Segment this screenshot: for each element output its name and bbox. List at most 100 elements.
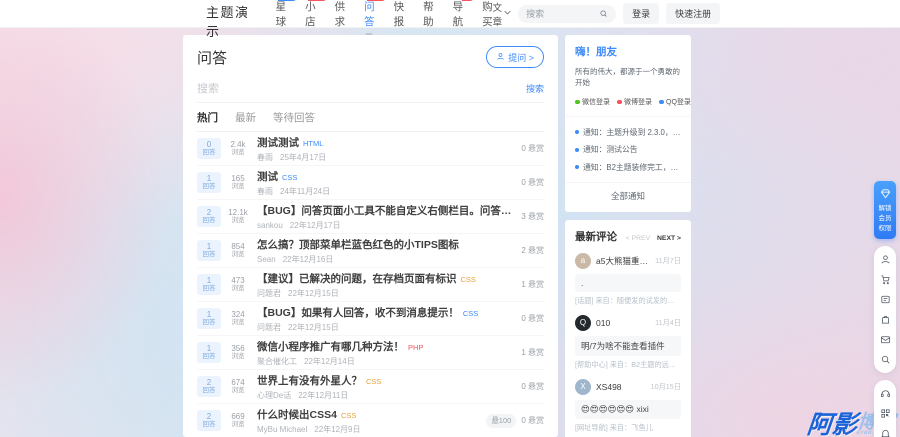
social-login-1[interactable]: 微信登录 bbox=[575, 97, 610, 107]
all-notices-button[interactable]: 全部通知 bbox=[565, 182, 691, 203]
question-row[interactable]: 1回答356浏览微信小程序推广有哪几种方法！PHP聚合催化工22年12月14日1… bbox=[197, 336, 544, 370]
question-meta: 春雨24年11月24日 bbox=[257, 186, 515, 197]
question-title-text: 世界上有没有外星人？ bbox=[257, 375, 362, 387]
bell-icon[interactable] bbox=[880, 428, 891, 437]
question-title: 【BUG】如果有人回答，收不到消息提示！CSS bbox=[257, 305, 515, 320]
nav-item-2[interactable]: 小店拼团 bbox=[305, 0, 316, 29]
message-icon[interactable] bbox=[880, 334, 891, 345]
nav-menu: 星球交流 小店拼团 供求 问答最新 快报帮助 导航新 购买 bbox=[276, 0, 493, 29]
question-row[interactable]: 1回答473浏览【建议】已解决的问题，在存档页面有标识CSS问题君22年12月1… bbox=[197, 268, 544, 302]
question-author[interactable]: 问题君 bbox=[257, 289, 281, 298]
qa-search-input[interactable] bbox=[197, 83, 526, 95]
question-author[interactable]: 聚合催化工 bbox=[257, 357, 297, 366]
register-button[interactable]: 快速注册 bbox=[666, 3, 720, 24]
site-logo[interactable]: B2Pro主题演示 bbox=[206, 0, 250, 40]
answer-count: 1回答 bbox=[197, 342, 221, 363]
question-right: 2 悬赏 bbox=[521, 245, 544, 256]
notice-item-3[interactable]: 通知：B2主题装修完工，欢迎参观 bbox=[575, 162, 681, 173]
nav-item-6[interactable]: 帮助 bbox=[423, 0, 434, 29]
customer-service-icon[interactable] bbox=[880, 388, 891, 399]
question-author[interactable]: 心理De话 bbox=[257, 391, 291, 400]
nav-item-7[interactable]: 导航新 bbox=[453, 0, 464, 29]
social-login-2[interactable]: 微博登录 bbox=[617, 97, 652, 107]
shop-bag-icon[interactable] bbox=[880, 314, 891, 325]
question-tag[interactable]: CSS bbox=[282, 173, 297, 182]
qrcode-icon[interactable] bbox=[880, 408, 891, 419]
navbar-search-input[interactable] bbox=[526, 9, 599, 19]
nav-item-1[interactable]: 星球交流 bbox=[276, 0, 287, 29]
question-author[interactable]: MyBu Michael bbox=[257, 425, 307, 434]
question-row[interactable]: 1回答324浏览【BUG】如果有人回答，收不到消息提示！CSS问题君22年12月… bbox=[197, 302, 544, 336]
question-author[interactable]: 春雨 bbox=[257, 153, 273, 162]
question-right: 0 悬赏 bbox=[521, 381, 544, 392]
question-author[interactable]: 问题君 bbox=[257, 323, 281, 332]
view-count: 165浏览 bbox=[226, 172, 250, 193]
comment-item[interactable]: Q01011月4日明/7为啥不能查看插件[帮助中心] 来自：B2主题的远程仓库组… bbox=[575, 315, 681, 370]
social-login-3[interactable]: QQ登录 bbox=[659, 97, 691, 107]
category-dropdown[interactable]: 文章 bbox=[493, 0, 512, 28]
search-icon[interactable] bbox=[599, 9, 608, 18]
nav-item-3[interactable]: 供求 bbox=[335, 0, 346, 29]
question-tag[interactable]: CSS bbox=[461, 275, 476, 284]
question-row[interactable]: 2回答12.1k浏览【BUG】问答页面小工具不能自定义右侧栏目。问答板块前台不现… bbox=[197, 200, 544, 234]
question-tag[interactable]: CSS bbox=[341, 411, 356, 420]
view-count: 356浏览 bbox=[226, 342, 250, 363]
question-author[interactable]: Sean bbox=[257, 255, 276, 264]
notice-item-2[interactable]: 通知：测试公告 bbox=[575, 144, 681, 155]
comment-source: [网址导航] 来自：飞鱼儿 bbox=[575, 423, 681, 433]
question-title: 怎么搞？顶部菜单栏蓝色红色的小TIPS图标 bbox=[257, 237, 515, 252]
nav-item-4[interactable]: 问答最新 bbox=[364, 0, 375, 29]
comment-item[interactable]: XXS49810月15日 😍😍😍😍😍😍 xixi [网址导航] 来自：飞鱼儿 bbox=[575, 379, 681, 433]
question-tag[interactable]: HTML bbox=[303, 139, 323, 148]
top-navbar: B2Pro主题演示 星球交流小店拼团供求问答最新快报帮助导航新购买 文章 登录 … bbox=[0, 0, 900, 28]
comment-author[interactable]: 010 bbox=[596, 318, 610, 328]
comment-list: aa5大熊猫重ccc…11月7日.[话题] 来自：随便发的试发的试发 Q01011… bbox=[575, 253, 681, 437]
notice-item-1[interactable]: 通知：主题升级到 2.3.0，并且已经改… bbox=[575, 127, 681, 138]
question-row[interactable]: 1回答854浏览怎么搞？顶部菜单栏蓝色红色的小TIPS图标Sean22年12月1… bbox=[197, 234, 544, 268]
nav-item-badge: 拼团 bbox=[308, 0, 327, 1]
orders-icon[interactable] bbox=[880, 294, 891, 305]
comment-head: Q01011月4日 bbox=[575, 315, 681, 331]
answer-count: 1回答 bbox=[197, 172, 221, 193]
nav-item-8[interactable]: 购买 bbox=[482, 0, 493, 29]
question-date: 22年12月17日 bbox=[290, 221, 341, 230]
notice-text: 通知：主题升级到 2.3.0，并且已经改… bbox=[583, 127, 681, 138]
next-page-button[interactable]: NEXT > bbox=[657, 235, 681, 242]
comment-author[interactable]: a5大熊猫重ccc… bbox=[596, 255, 650, 267]
comment-item[interactable]: aa5大熊猫重ccc…11月7日.[话题] 来自：随便发的试发的试发 bbox=[575, 253, 681, 306]
answer-count: 0回答 bbox=[197, 138, 221, 159]
question-tag[interactable]: CSS bbox=[366, 377, 381, 386]
question-author[interactable]: sankou bbox=[257, 221, 283, 230]
comment-text[interactable]: . bbox=[575, 274, 681, 292]
question-row[interactable]: 2回答674浏览世界上有没有外星人？CSS心理De话22年12月11日0 悬赏 bbox=[197, 370, 544, 404]
welcome-card: 嗨！朋友 所有的伟大，都源于一个勇敢的开始 微信登录微博登录QQ登录 通知：主题… bbox=[565, 35, 691, 212]
question-row[interactable]: 0回答2.4k浏览测试测试HTML春雨25年4月17日0 悬赏 bbox=[197, 132, 544, 166]
qa-search-button[interactable]: 搜索 bbox=[526, 82, 544, 95]
tab-1[interactable]: 热门 bbox=[197, 110, 218, 125]
user-icon[interactable] bbox=[880, 254, 891, 265]
question-tag[interactable]: CSS bbox=[463, 309, 478, 318]
question-tag[interactable]: PHP bbox=[408, 343, 423, 352]
ask-question-button[interactable]: 提问 > bbox=[486, 46, 544, 68]
question-row[interactable]: 2回答669浏览什么时候出CSS4CSSMyBu Michael22年12月9日… bbox=[197, 404, 544, 437]
question-right: 3 悬赏 bbox=[521, 211, 544, 222]
question-counts: 2回答674浏览 bbox=[197, 376, 250, 397]
comment-head: XXS49810月15日 bbox=[575, 379, 681, 395]
view-count: 854浏览 bbox=[226, 240, 250, 261]
question-row[interactable]: 1回答165浏览测试CSS春雨24年11月24日0 悬赏 bbox=[197, 166, 544, 200]
comment-text[interactable]: 😍😍😍😍😍😍 xixi bbox=[575, 400, 681, 419]
search-icon[interactable] bbox=[880, 354, 891, 365]
unlock-vip-button[interactable]: 解锁会员权限 bbox=[874, 181, 896, 239]
comment-text[interactable]: 明/7为啥不能查看插件 bbox=[575, 336, 681, 356]
login-button[interactable]: 登录 bbox=[623, 3, 659, 24]
unlock-vip-label: 解锁会员权限 bbox=[876, 204, 894, 233]
tab-2[interactable]: 最新 bbox=[235, 110, 256, 125]
question-title-text: 测试测试 bbox=[257, 137, 299, 149]
tab-3[interactable]: 等待回答 bbox=[273, 110, 315, 125]
navbar-search[interactable] bbox=[518, 5, 616, 23]
prev-page-button[interactable]: < PREV bbox=[626, 235, 650, 242]
comment-author[interactable]: XS498 bbox=[596, 382, 622, 392]
cart-icon[interactable] bbox=[880, 274, 891, 285]
nav-item-5[interactable]: 快报 bbox=[394, 0, 405, 29]
question-author[interactable]: 春雨 bbox=[257, 187, 273, 196]
